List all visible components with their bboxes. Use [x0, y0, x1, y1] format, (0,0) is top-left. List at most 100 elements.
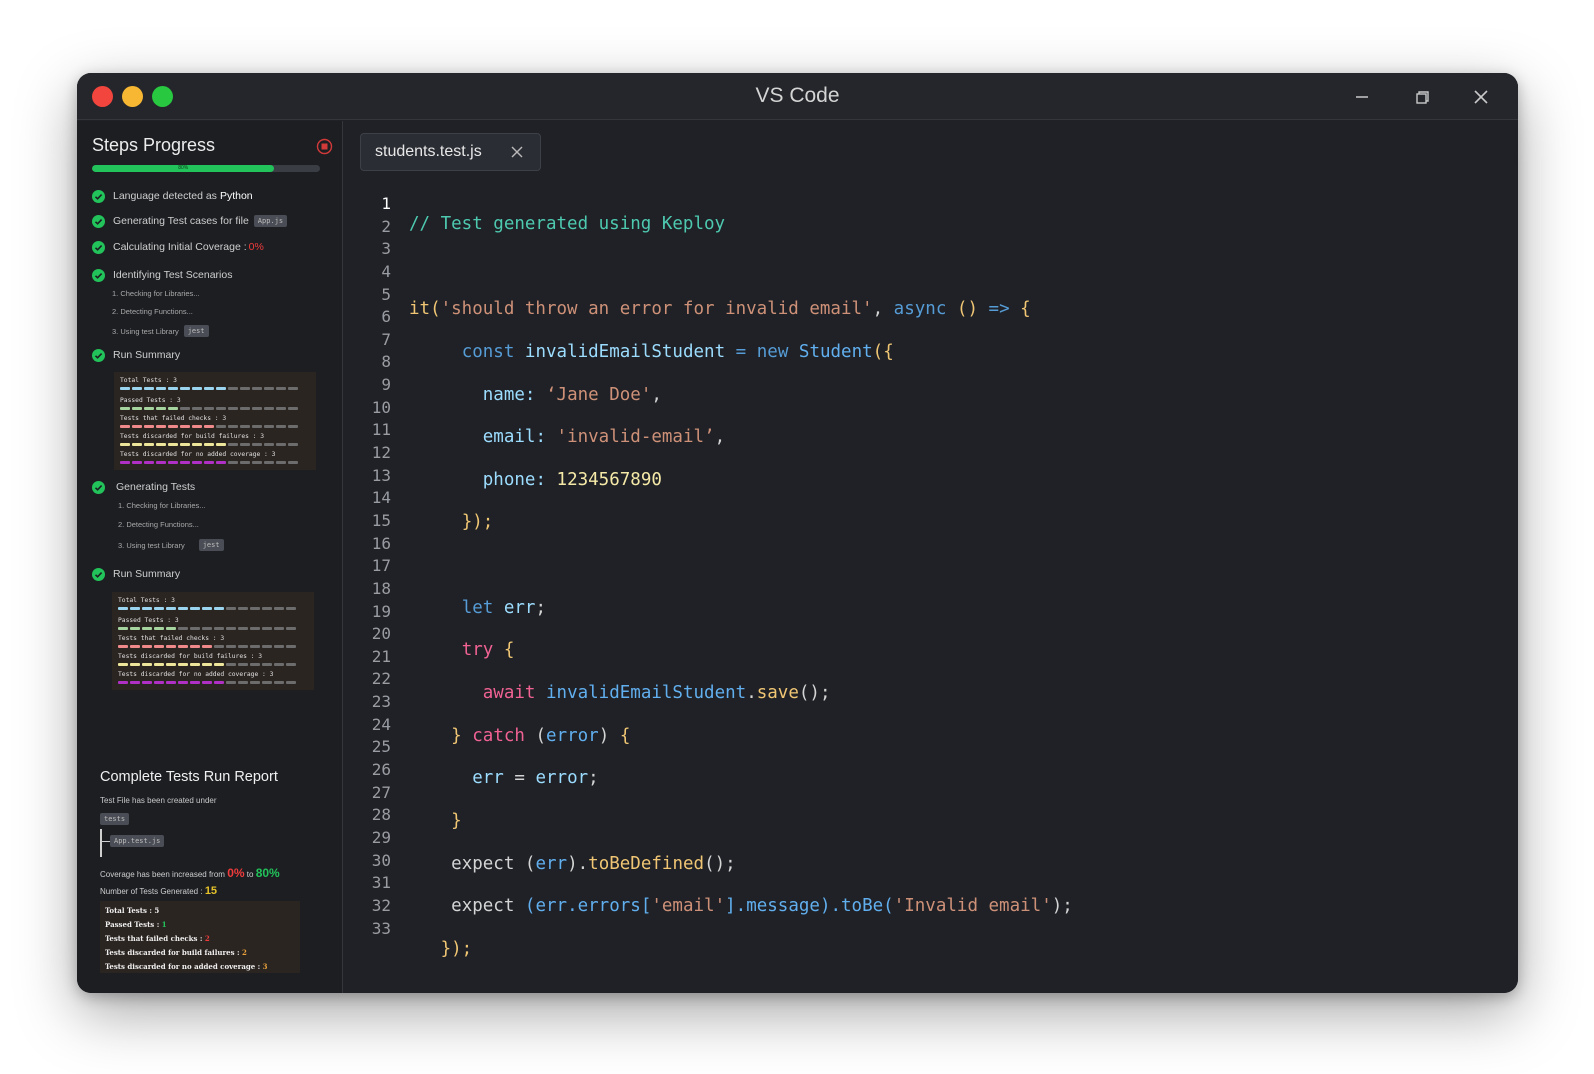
summary-line: Tests discarded for build failures : 3: [118, 653, 263, 660]
line-number: 4: [381, 261, 391, 281]
final-summary-panel: Total Tests : 5 Passed Tests : 1 Tests t…: [100, 901, 300, 973]
line-number: 15: [371, 510, 391, 530]
line-number: 26: [371, 760, 391, 780]
substep-test-library: 3. Using test Library jest: [118, 539, 224, 551]
run-summary-panel: Total Tests : 3 Passed Tests : 3 Tests tha…: [112, 592, 314, 690]
substep-functions: 2. Detecting Functions...: [112, 307, 193, 316]
code-line: it('should throw an error for invalid em…: [409, 299, 1031, 320]
code-content[interactable]: // Test generated using Keploy it('shoul…: [409, 193, 1073, 993]
check-circle-icon: [92, 214, 105, 228]
close-icon[interactable]: [1467, 83, 1495, 111]
line-number: 29: [371, 827, 391, 847]
test-file-chip: App.test.js: [110, 835, 165, 847]
code-line: err = error;: [472, 768, 599, 789]
line-number: 1: [381, 194, 391, 213]
summary-bar: [118, 627, 298, 630]
sidebar-title: Steps Progress: [92, 135, 216, 155]
summary-line: Total Tests : 3: [120, 377, 177, 384]
summary-bar: [118, 681, 298, 684]
code-editor[interactable]: students.test.js 1 2 3 4 5 6 7 8 9 10 11 12 13 14 15 16…: [344, 121, 1518, 993]
summary-bar: [118, 663, 298, 666]
line-number: 16: [371, 533, 391, 553]
line-number: 21: [371, 646, 391, 666]
file-chip: App.js: [253, 215, 288, 227]
code-line: // Test generated using Keploy: [409, 214, 726, 234]
substep-libraries: 1. Checking for Libraries...: [118, 501, 206, 510]
code-line: });: [440, 938, 473, 959]
summary-line: Passed Tests : 3: [118, 617, 179, 624]
summary-line: Tests that failed checks : 3: [120, 415, 227, 422]
tree-connector: [100, 829, 102, 857]
line-number: 27: [371, 782, 391, 802]
line-number: 31: [371, 873, 391, 893]
code-line: await invalidEmailStudent.save();: [482, 683, 831, 704]
summary-line: Tests discarded for no added coverage : …: [118, 671, 274, 678]
check-circle-icon: [92, 348, 105, 362]
line-number: 30: [371, 850, 391, 870]
summary-bar: [120, 387, 300, 390]
minimize-icon[interactable]: [1348, 83, 1376, 111]
tests-generated-line: Number of Tests Generated : 15: [100, 885, 218, 897]
line-number: 17: [371, 556, 391, 576]
summary-bar: [120, 407, 300, 410]
stop-icon[interactable]: [316, 138, 333, 155]
step-language: Language detected as Python: [92, 188, 253, 204]
vscode-window: VS Code Steps Progress 80% Language dete…: [77, 73, 1518, 993]
summary-bar: [120, 425, 300, 428]
summary-line: Passed Tests : 3: [120, 397, 181, 404]
code-line: try {: [461, 640, 515, 661]
line-numbers: 1 2 3 4 5 6 7 8 9 10 11 12 13 14 15 16 17 18 19 20 21 22 23 24 2…: [344, 193, 391, 940]
code-line: let err;: [461, 597, 546, 618]
library-chip: jest: [198, 539, 224, 551]
run-summary-panel: Total Tests : 3 Passed Tests : 3 Tests tha…: [114, 372, 316, 470]
progress-bar: 80%: [92, 165, 320, 172]
line-number: 8: [381, 352, 391, 372]
line-number: 12: [371, 443, 391, 463]
restore-icon[interactable]: [1408, 83, 1436, 111]
library-chip: jest: [183, 325, 209, 337]
line-number: 3: [381, 239, 391, 259]
close-icon[interactable]: [510, 145, 524, 159]
line-number: 25: [371, 737, 391, 757]
summary-bar: [118, 645, 298, 648]
line-number: 11: [371, 420, 391, 440]
line-number: 18: [371, 578, 391, 598]
folder-chip: tests: [100, 813, 130, 825]
check-circle-icon: [92, 240, 105, 254]
code-line: });: [461, 512, 494, 533]
line-number: 7: [381, 329, 391, 349]
code-line: } catch (error) {: [451, 725, 631, 746]
coverage-line: Coverage has been increased from 0% to 8…: [100, 866, 280, 880]
check-circle-icon: [92, 189, 105, 203]
substep-test-library: 3. Using test Library jest: [112, 325, 209, 337]
step-run-summary-2: Run Summary: [92, 566, 180, 582]
line-number: 20: [371, 624, 391, 644]
line-number: 2: [381, 216, 391, 236]
report-subtitle: Test File has been created under: [100, 796, 217, 805]
code-line: }: [451, 810, 462, 831]
code-line: phone: 1234567890: [482, 469, 662, 490]
step-generating-cases: Generating Test cases for file App.js: [92, 213, 288, 229]
line-number: 5: [381, 284, 391, 304]
line-number: 10: [371, 397, 391, 417]
step-identifying-scenarios: Identifying Test Scenarios: [92, 267, 232, 283]
substep-functions: 2. Detecting Functions...: [118, 520, 199, 529]
line-number: 33: [371, 918, 391, 938]
code-line: expect (err).toBeDefined();: [451, 853, 736, 874]
line-number: 6: [381, 307, 391, 327]
line-number: 24: [371, 714, 391, 734]
line-number: 23: [371, 692, 391, 712]
tab-students-test[interactable]: students.test.js: [360, 133, 541, 171]
window-title: VS Code: [755, 84, 840, 107]
summary-line: Tests discarded for build failures : 3: [120, 433, 265, 440]
check-circle-icon: [92, 268, 105, 282]
code-line: const invalidEmailStudent = new Student(…: [461, 341, 894, 362]
check-circle-icon: [92, 480, 105, 494]
step-initial-coverage: Calculating Initial Coverage :0%: [92, 239, 264, 255]
progress-fill: 80%: [92, 165, 275, 172]
code-line: expect (err.errors['email'].message).toB…: [451, 896, 1073, 917]
title-bar: VS Code: [77, 73, 1518, 120]
code-line: name: ‘Jane Doe',: [482, 384, 662, 405]
